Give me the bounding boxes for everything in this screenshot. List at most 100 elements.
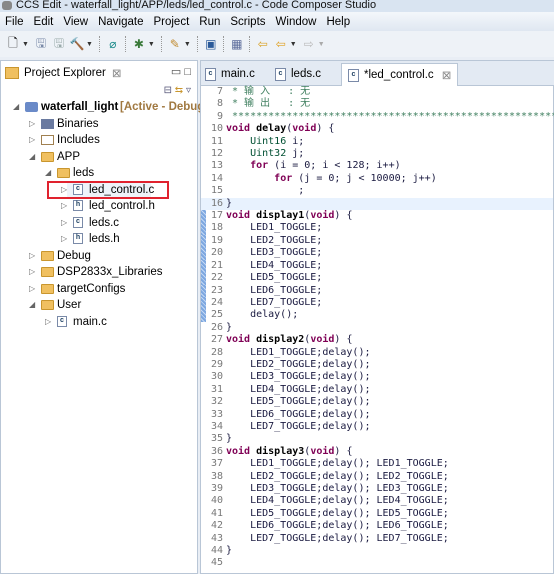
expanded-arrow-icon[interactable]: ◢ — [45, 165, 51, 182]
tree-item[interactable]: ▷ h leds.h — [1, 231, 197, 248]
h-file-icon: h — [73, 233, 83, 244]
code-text: LED7_TOGGLE;delay(); — [226, 420, 371, 432]
menu-edit[interactable]: Edit — [29, 16, 59, 28]
chevron-down-icon[interactable]: ▼ — [148, 41, 155, 48]
tree-item[interactable]: ◢ User — [1, 297, 197, 314]
menu-run[interactable]: Run — [194, 16, 225, 28]
code-line: 25 delay(); — [201, 309, 553, 322]
collapsed-arrow-icon[interactable]: ▷ — [61, 198, 67, 215]
line-number: 41 — [210, 507, 223, 519]
last-edit-icon[interactable]: ⇦ — [256, 37, 270, 51]
collapsed-arrow-icon[interactable]: ▷ — [29, 281, 35, 298]
c-file-icon: c — [57, 315, 67, 327]
collapsed-arrow-icon[interactable]: ▷ — [61, 231, 67, 248]
tree-item-project[interactable]: ◢ waterfall_light [Active - Debug] — [1, 99, 208, 116]
tree-item[interactable]: ▷ h led_control.h — [1, 198, 197, 215]
line-number: 26 — [210, 321, 223, 333]
collapsed-arrow-icon[interactable]: ▷ — [29, 264, 35, 281]
close-icon[interactable]: ⊠ — [112, 66, 122, 80]
line-number: 30 — [210, 371, 223, 383]
debug-bug-icon[interactable]: ✱ — [132, 37, 146, 51]
menu-window[interactable]: Window — [271, 16, 322, 28]
line-number: 39 — [210, 483, 223, 494]
chevron-down-icon[interactable]: ▼ — [184, 41, 191, 48]
tree-item[interactable]: ▷ targetConfigs — [1, 281, 197, 298]
save-all-icon[interactable]: 🖫 — [52, 36, 66, 51]
code-line: 34 LED7_TOGGLE;delay(); — [201, 421, 553, 433]
flash-icon[interactable]: ✎ — [168, 37, 182, 51]
collapsed-arrow-icon[interactable]: ▷ — [29, 132, 35, 149]
code-line: 40 LED4_TOGGLE;delay(); LED4_TOGGLE; — [201, 495, 553, 507]
expanded-arrow-icon[interactable]: ◢ — [13, 99, 19, 116]
menu-bar: File Edit View Navigate Project Run Scripts Win… — [0, 12, 554, 31]
code-line: 8 * 输 出 : 无 — [201, 98, 553, 110]
h-file-icon: h — [73, 200, 83, 211]
build-hammer-icon[interactable]: 🔨 — [69, 37, 84, 51]
code-line: 23 LED6_TOGGLE; — [201, 284, 553, 297]
tree-item[interactable]: ▷ Includes — [1, 132, 197, 149]
separator — [160, 36, 163, 52]
menu-navigate[interactable]: Navigate — [93, 16, 148, 28]
collapsed-arrow-icon[interactable]: ▷ — [29, 248, 35, 265]
chevron-down-icon[interactable]: ▼ — [22, 41, 29, 48]
separator — [98, 36, 101, 52]
collapse-all-icon[interactable]: ⊟ — [164, 85, 172, 96]
binaries-icon — [41, 118, 54, 129]
chevron-down-icon[interactable]: ▼ — [290, 41, 297, 48]
tab-led-control-c[interactable]: c *led_control.c ⊠ — [341, 63, 459, 86]
menu-view[interactable]: View — [58, 16, 93, 28]
tree-item[interactable]: ▷ c leds.c — [1, 215, 197, 232]
collapsed-arrow-icon[interactable]: ▷ — [61, 215, 67, 232]
minimize-icon[interactable]: ▭ — [171, 66, 181, 78]
code-line: 20 LED3_TOGGLE; — [201, 247, 553, 260]
tree-item[interactable]: ▷ c led_control.c — [1, 180, 197, 199]
change-marker — [201, 210, 206, 223]
project-explorer: Project Explorer ⊠ ▭ □ ⊟ ⇆ ▿ ◢ waterfall_… — [0, 60, 208, 574]
tree-item[interactable]: ▷ Debug — [1, 248, 197, 265]
chevron-down-icon[interactable]: ▼ — [318, 41, 325, 48]
menu-project[interactable]: Project — [148, 16, 194, 28]
tab-leds-c[interactable]: c leds.c — [275, 63, 321, 85]
menu-scripts[interactable]: Scripts — [225, 16, 270, 28]
expanded-arrow-icon[interactable]: ◢ — [29, 149, 35, 166]
code-line: 43 LED7_TOGGLE;delay(); LED7_TOGGLE; — [201, 533, 553, 545]
code-line: 17 void display1(void) { — [201, 210, 553, 223]
code-area[interactable]: 7 * 输 入 : 无8 * 输 出 : 无9 ****************… — [201, 86, 554, 570]
tab-project-explorer[interactable]: Project Explorer ⊠ — [1, 61, 190, 85]
change-marker — [201, 272, 206, 285]
menu-file[interactable]: File — [0, 16, 29, 28]
tree-item[interactable]: ▷ Binaries — [1, 116, 197, 133]
chevron-down-icon[interactable]: ▼ — [86, 41, 93, 48]
view-icon[interactable]: ▦ — [230, 37, 244, 51]
tree-item[interactable]: ◢ APP — [1, 149, 197, 166]
save-icon[interactable]: 🖫 — [34, 36, 48, 51]
menu-help[interactable]: Help — [321, 16, 355, 28]
search-icon[interactable]: ⌀ — [106, 37, 120, 51]
code-text: LED4_TOGGLE;delay(); LED4_TOGGLE; — [226, 495, 449, 507]
maximize-icon[interactable]: □ — [184, 66, 191, 78]
project-status: [Active - Debug] — [120, 101, 209, 113]
forward-arrow-icon[interactable]: ⇨ — [302, 37, 316, 51]
terminal-icon[interactable]: ▣ — [204, 37, 218, 51]
line-number: 31 — [210, 383, 223, 395]
code-line: 33 LED6_TOGGLE;delay(); — [201, 409, 553, 421]
code-line: 38 LED2_TOGGLE;delay(); LED2_TOGGLE; — [201, 471, 553, 483]
view-menu-icon[interactable]: ▿ — [186, 85, 191, 96]
tree-item[interactable]: ▷ c main.c — [1, 314, 197, 331]
code-text: LED1_TOGGLE;delay(); LED1_TOGGLE; — [226, 458, 449, 470]
code-text: LED3_TOGGLE;delay(); LED3_TOGGLE; — [226, 483, 449, 494]
new-icon[interactable]: 🗋 — [6, 36, 20, 51]
tree-item[interactable]: ◢ leds — [1, 165, 197, 182]
close-icon[interactable]: ⊠ — [442, 68, 452, 82]
collapsed-arrow-icon[interactable]: ▷ — [45, 314, 51, 331]
tree-item[interactable]: ▷ DSP2833x_Libraries — [1, 264, 197, 281]
collapsed-arrow-icon[interactable]: ▷ — [29, 116, 35, 133]
line-number: 38 — [210, 470, 223, 482]
line-number: 44 — [210, 545, 223, 557]
back-arrow-icon[interactable]: ⇦ — [274, 37, 288, 51]
expanded-arrow-icon[interactable]: ◢ — [29, 297, 35, 314]
code-text: void delay(void) { — [226, 123, 335, 135]
tab-main-c[interactable]: c main.c — [205, 63, 255, 85]
link-editor-icon[interactable]: ⇆ — [175, 85, 183, 96]
code-line: 11 Uint16 i; — [201, 136, 553, 148]
